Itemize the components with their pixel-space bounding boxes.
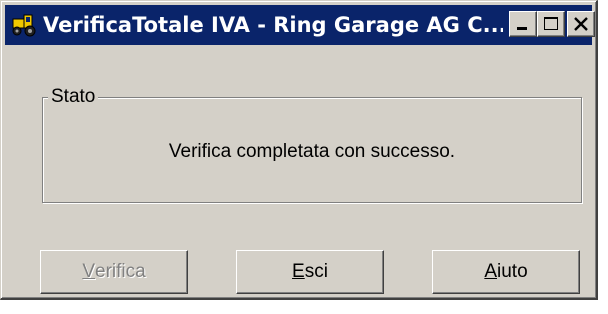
help-button[interactable]: Aiuto	[432, 250, 580, 294]
verify-button[interactable]: Verifica	[40, 250, 188, 294]
minimize-button[interactable]	[509, 11, 537, 37]
help-button-label: iuto	[497, 261, 528, 282]
exit-button-accel: E	[292, 261, 305, 282]
status-group-label: Stato	[48, 86, 99, 108]
title-bar[interactable]: VerificaTotale IVA - Ring Garage AG C...	[5, 5, 595, 45]
tractor-icon	[11, 13, 37, 37]
exit-button-label: sci	[304, 261, 328, 282]
exit-button[interactable]: Esci	[236, 250, 384, 294]
close-button[interactable]	[567, 11, 595, 37]
help-button-accel: A	[484, 261, 498, 282]
window-title: VerificaTotale IVA - Ring Garage AG C...	[43, 13, 503, 37]
status-message: Verifica completata con successo.	[168, 141, 456, 162]
verify-button-label: erifica	[95, 261, 146, 282]
verify-button-accel: V	[82, 261, 95, 282]
maximize-button[interactable]	[537, 11, 565, 37]
